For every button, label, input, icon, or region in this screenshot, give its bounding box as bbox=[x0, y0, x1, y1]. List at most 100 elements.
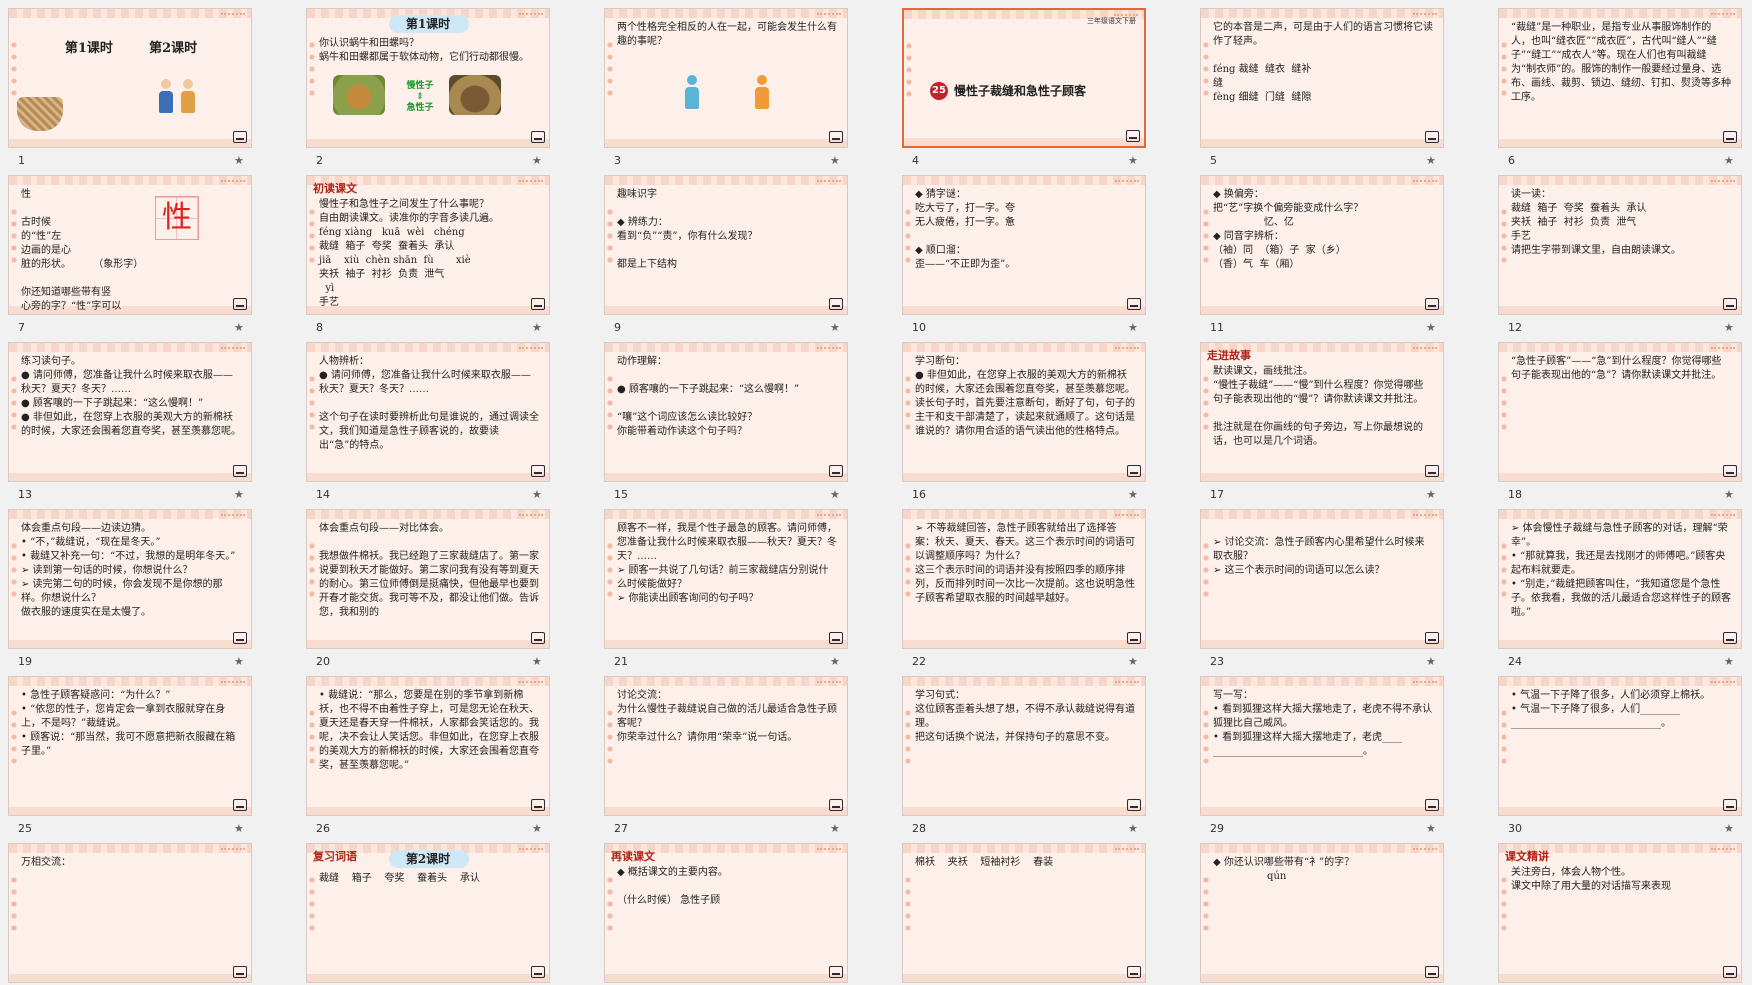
star-icon[interactable]: ★ bbox=[1426, 321, 1436, 334]
slide-thumbnail[interactable]: • 急性子顾客疑惑问：“为什么？” • “依您的性子，您肯定会一拿到衣服就穿在身… bbox=[8, 676, 252, 816]
slide-thumbnail[interactable]: 趣味识字 ◆ 辨练力： 看到“负”“责”，你有什么发现？ 都是上下结构 bbox=[604, 175, 848, 315]
slide-thumbnail[interactable]: 两个性格完全相反的人在一起，可能会发生什么有趣的事呢？ bbox=[604, 8, 848, 148]
star-icon[interactable]: ★ bbox=[234, 655, 244, 668]
star-icon[interactable]: ★ bbox=[532, 488, 542, 501]
slideshow-icon bbox=[1127, 799, 1141, 811]
slide-decoration bbox=[905, 373, 911, 433]
star-icon[interactable]: ★ bbox=[1128, 822, 1138, 835]
slide-decoration bbox=[605, 176, 847, 185]
star-icon[interactable]: ★ bbox=[532, 655, 542, 668]
slideshow-icon bbox=[233, 131, 247, 143]
slide-decoration bbox=[903, 974, 1145, 982]
slide-number: 9 bbox=[614, 321, 621, 334]
star-icon[interactable]: ★ bbox=[1426, 154, 1436, 167]
slide-thumbnail-cell: “裁缝”是一种职业，是指专业从事服饰制作的人，也叫“缝衣匠”“成衣匠”，古代叫“… bbox=[1498, 8, 1744, 167]
slide-thumbnail[interactable]: 三年级语文下册 25 慢性子裁缝和急性子顾客 bbox=[902, 8, 1146, 148]
slideshow-icon bbox=[531, 799, 545, 811]
slide-decoration bbox=[309, 540, 315, 600]
star-icon[interactable]: ★ bbox=[1724, 321, 1734, 334]
slide-decoration bbox=[1499, 139, 1741, 147]
star-icon[interactable]: ★ bbox=[830, 822, 840, 835]
slide-thumbnail[interactable]: 讨论交流： 为什么慢性子裁缝说自己做的活儿最适合急性子顾客呢？ 你荣幸过什么？请… bbox=[604, 676, 848, 816]
slide-thumbnail[interactable]: 第1课时 你认识蜗牛和田螺吗？ 蜗牛和田螺都属于软体动物，它们行动都很慢。 慢性子 … bbox=[306, 8, 550, 148]
star-icon[interactable]: ★ bbox=[1426, 822, 1436, 835]
slide-thumbnail[interactable]: 体会重点句段——边读边猜。 • “不，”裁缝说，“现在是冬天。” • 裁缝又补充… bbox=[8, 509, 252, 649]
lesson-heading: 第1课时 bbox=[405, 17, 451, 31]
star-icon[interactable]: ★ bbox=[1724, 154, 1734, 167]
slide-thumbnail[interactable]: 万相交流： bbox=[8, 843, 252, 983]
star-icon[interactable]: ★ bbox=[1128, 321, 1138, 334]
slide-thumbnail[interactable]: 顾客不一样，我是个性子最急的顾客。请问师傅，您准备让我什么时候来取衣服——秋天？… bbox=[604, 509, 848, 649]
slide-thumbnail[interactable]: ◆ 猜字谜： 吃大亏了，打一字。夸 无人疲倦，打一字。惫 ◆ 顺口溜： 歪——“… bbox=[902, 175, 1146, 315]
slide-decoration bbox=[903, 844, 1145, 853]
star-icon[interactable]: ★ bbox=[830, 488, 840, 501]
slide-thumbnail[interactable]: 第1课时 第2课时 bbox=[8, 8, 252, 148]
slide-thumbnail[interactable]: 写一写： • 看到狐狸这样大摇大摆地走了，老虎不得不承认狐狸比自己威风。 • 看… bbox=[1200, 676, 1444, 816]
star-icon[interactable]: ★ bbox=[830, 321, 840, 334]
star-icon[interactable]: ★ bbox=[1426, 655, 1436, 668]
star-icon[interactable]: ★ bbox=[830, 154, 840, 167]
slide-thumbnail[interactable]: ◆ 换偏旁： 把“艺”字换个偏旁能变成什么字？ 忆、亿 ◆ 同音字辨析： （袖）… bbox=[1200, 175, 1444, 315]
star-icon[interactable]: ★ bbox=[234, 321, 244, 334]
slide-thumbnail-cell: 顾客不一样，我是个性子最急的顾客。请问师傅，您准备让我什么时候来取衣服——秋天？… bbox=[604, 509, 850, 668]
star-icon[interactable]: ★ bbox=[1128, 488, 1138, 501]
slide-thumbnail[interactable]: 性 古时候 的“性”左 边画的是心 脏的形状。 （象形字） 你还知道哪些带有竖 … bbox=[8, 175, 252, 315]
slide-number: 4 bbox=[912, 154, 919, 167]
slide-thumbnail[interactable]: 它的本音是二声，可是由于人们的语言习惯将它读作了轻声。 féng 裁缝 缝衣 缝… bbox=[1200, 8, 1444, 148]
slide-thumbnail[interactable]: 棉袄 夹袄 短袖衬衫 春装 bbox=[902, 843, 1146, 983]
slide-thumbnail[interactable]: 动作理解： ● 顾客嚷的一下子跳起来：“这么慢啊！” “嚷”这个词应该怎么读比较… bbox=[604, 342, 848, 482]
star-icon[interactable]: ★ bbox=[234, 822, 244, 835]
star-icon[interactable]: ★ bbox=[532, 154, 542, 167]
slide-thumbnail[interactable]: 练习读句子。 ● 请问师傅，您准备让我什么时候来取衣服——秋天？夏天？冬天？……… bbox=[8, 342, 252, 482]
slide-thumbnail[interactable]: 体会重点句段——对比体会。 我想做件棉袄。我已经跑了三家裁缝店了。第一家说要到秋… bbox=[306, 509, 550, 649]
star-icon[interactable]: ★ bbox=[532, 822, 542, 835]
slide-number: 10 bbox=[912, 321, 926, 334]
slide-thumbnail[interactable]: 课文精讲 关注旁白，体会人物个性。 课文中除了用大量的对话描写来表现 bbox=[1498, 843, 1742, 983]
star-icon[interactable]: ★ bbox=[234, 154, 244, 167]
slide-thumbnail[interactable]: • 气温一下子降了很多，人们必须穿上棉袄。 • 气温一下子降了很多，人们____… bbox=[1498, 676, 1742, 816]
slide-thumbnail[interactable]: 学习句式： 这位顾客歪着头想了想，不得不承认裁缝说得有道理。 把这句话换个说法，… bbox=[902, 676, 1146, 816]
slide-decoration bbox=[905, 707, 911, 767]
slide-decoration bbox=[1201, 844, 1443, 853]
slide-decoration bbox=[9, 510, 251, 519]
slide-thumbnail[interactable]: 学习断句： ● 非但如此，在您穿上衣服的美观大方的新棉袄的时候，大家还会围着您直… bbox=[902, 342, 1146, 482]
slide-thumbnail-cell: 动作理解： ● 顾客嚷的一下子跳起来：“这么慢啊！” “嚷”这个词应该怎么读比较… bbox=[604, 342, 850, 501]
slide-thumbnail[interactable]: 再读课文 ◆ 概括课文的主要内容。 （什么时候） 急性子顾 bbox=[604, 843, 848, 983]
star-icon[interactable]: ★ bbox=[1724, 655, 1734, 668]
slide-thumbnail[interactable]: ➢ 讨论交流：急性子顾客内心里希望什么时候来取衣服？ ➢ 这三个表示时间的词语可… bbox=[1200, 509, 1444, 649]
star-icon[interactable]: ★ bbox=[1128, 154, 1138, 167]
slide-decoration bbox=[307, 807, 549, 815]
slide-decoration bbox=[307, 306, 549, 314]
star-icon[interactable]: ★ bbox=[1724, 488, 1734, 501]
slide-thumbnail[interactable]: ➢ 不等裁缝回答，急性子顾客就给出了选择答案：秋天、夏天、春天。这三个表示时间的… bbox=[902, 509, 1146, 649]
slide-decoration bbox=[607, 373, 613, 433]
star-icon[interactable]: ★ bbox=[1128, 655, 1138, 668]
slide-thumbnail[interactable]: “裁缝”是一种职业，是指专业从事服饰制作的人，也叫“缝衣匠”“成衣匠”，古代叫“… bbox=[1498, 8, 1742, 148]
slide-decoration bbox=[1499, 807, 1741, 815]
slideshow-icon bbox=[1425, 465, 1439, 477]
slide-decoration bbox=[607, 874, 613, 934]
slide-text: 关注旁白，体会人物个性。 课文中除了用大量的对话描写来表现 bbox=[1511, 867, 1671, 892]
slide-thumbnail[interactable]: • 裁缝说：“那么，您要是在别的季节拿到新棉袄，也不得不由着性子穿上，可是您无论… bbox=[306, 676, 550, 816]
slide-decoration bbox=[903, 176, 1145, 185]
star-icon[interactable]: ★ bbox=[532, 321, 542, 334]
slide-thumbnail[interactable]: ➢ 体会慢性子裁缝与急性子顾客的对话，理解“荣幸”。 • “那就算我，我还是去找… bbox=[1498, 509, 1742, 649]
slide-decoration bbox=[9, 974, 251, 982]
star-icon[interactable]: ★ bbox=[1426, 488, 1436, 501]
slide-decoration bbox=[817, 848, 841, 854]
star-icon[interactable]: ★ bbox=[1724, 822, 1734, 835]
slide-thumbnail-cell: 第1课时 你认识蜗牛和田螺吗？ 蜗牛和田螺都属于软体动物，它们行动都很慢。 慢性子 … bbox=[306, 8, 552, 167]
slide-thumbnail[interactable]: 读一读： 裁缝 箱子 夸奖 蚕着头 承认 夹袄 袖子 衬衫 负责 泄气 手艺 请… bbox=[1498, 175, 1742, 315]
slide-thumbnail[interactable]: 人物辨析： ● 请问师傅，您准备让我什么时候来取衣服——秋天？夏天？冬天？…… … bbox=[306, 342, 550, 482]
slide-decoration bbox=[905, 540, 911, 600]
star-icon[interactable]: ★ bbox=[830, 655, 840, 668]
slide-thumbnail[interactable]: ◆ 你还认识哪些带有“衤”的字？ qún bbox=[1200, 843, 1444, 983]
slide-thumbnail[interactable]: 初读课文 慢性子和急性子之间发生了什么事呢？ 自由朗读课文。读准你的字音多读几遍。… bbox=[306, 175, 550, 315]
slide-text: 练习读句子。 ● 请问师傅，您准备让我什么时候来取衣服——秋天？夏天？冬天？……… bbox=[21, 356, 241, 437]
star-icon[interactable]: ★ bbox=[234, 488, 244, 501]
slide-thumbnail[interactable]: 走进故事 默读课文，画线批注。 “慢性子裁缝”——“慢”到什么程度？你觉得哪些句子… bbox=[1200, 342, 1444, 482]
slide-thumbnail[interactable]: “急性子顾客”——“急”到什么程度？你觉得哪些句子能表现出他的“急”？请你默读课… bbox=[1498, 342, 1742, 482]
slide-number: 3 bbox=[614, 154, 621, 167]
slide-text: 棉袄 夹袄 短袖衬衫 春装 bbox=[915, 857, 1054, 868]
slide-thumbnail[interactable]: 复习词语 第2课时 裁缝 箱子 夸奖 蚕着头 承认 bbox=[306, 843, 550, 983]
